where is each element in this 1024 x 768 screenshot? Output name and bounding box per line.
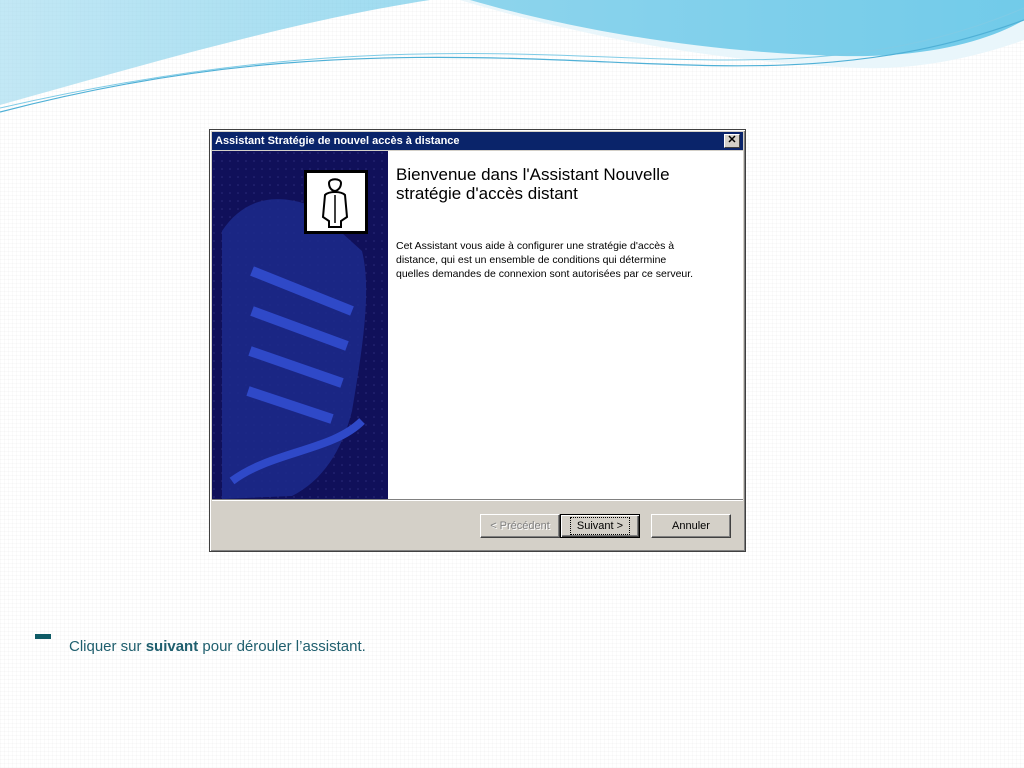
decorative-wave — [0, 0, 1024, 113]
next-button-label: Suivant > — [569, 517, 631, 535]
cancel-button[interactable]: Annuler — [651, 514, 731, 538]
welcome-description: Cet Assistant vous aide à configurer une… — [396, 240, 694, 280]
instruction-suffix: pour dérouler l’assistant. — [198, 638, 366, 655]
wizard-dialog: Assistant Stratégie de nouvel accès à di… — [209, 129, 746, 552]
previous-button[interactable]: < Précédent — [480, 514, 560, 538]
instruction-prefix: Cliquer sur — [69, 638, 146, 655]
instruction-bold: suivant — [145, 638, 199, 655]
welcome-title: Bienvenue dans l'Assistant Nouvelle stra… — [396, 165, 670, 203]
next-button[interactable]: Suivant > — [560, 514, 640, 538]
bullet-dash — [35, 634, 51, 639]
button-separator — [212, 499, 743, 501]
close-button[interactable]: ✕ — [724, 134, 740, 148]
wizard-content: Bienvenue dans l'Assistant Nouvelle stra… — [388, 151, 743, 499]
dialog-title: Assistant Stratégie de nouvel accès à di… — [215, 135, 460, 147]
instruction-text: Cliquer sur suivant pour dérouler l’assi… — [69, 638, 366, 655]
dialog-titlebar[interactable]: Assistant Stratégie de nouvel accès à di… — [212, 132, 743, 150]
user-policy-icon — [304, 170, 368, 234]
